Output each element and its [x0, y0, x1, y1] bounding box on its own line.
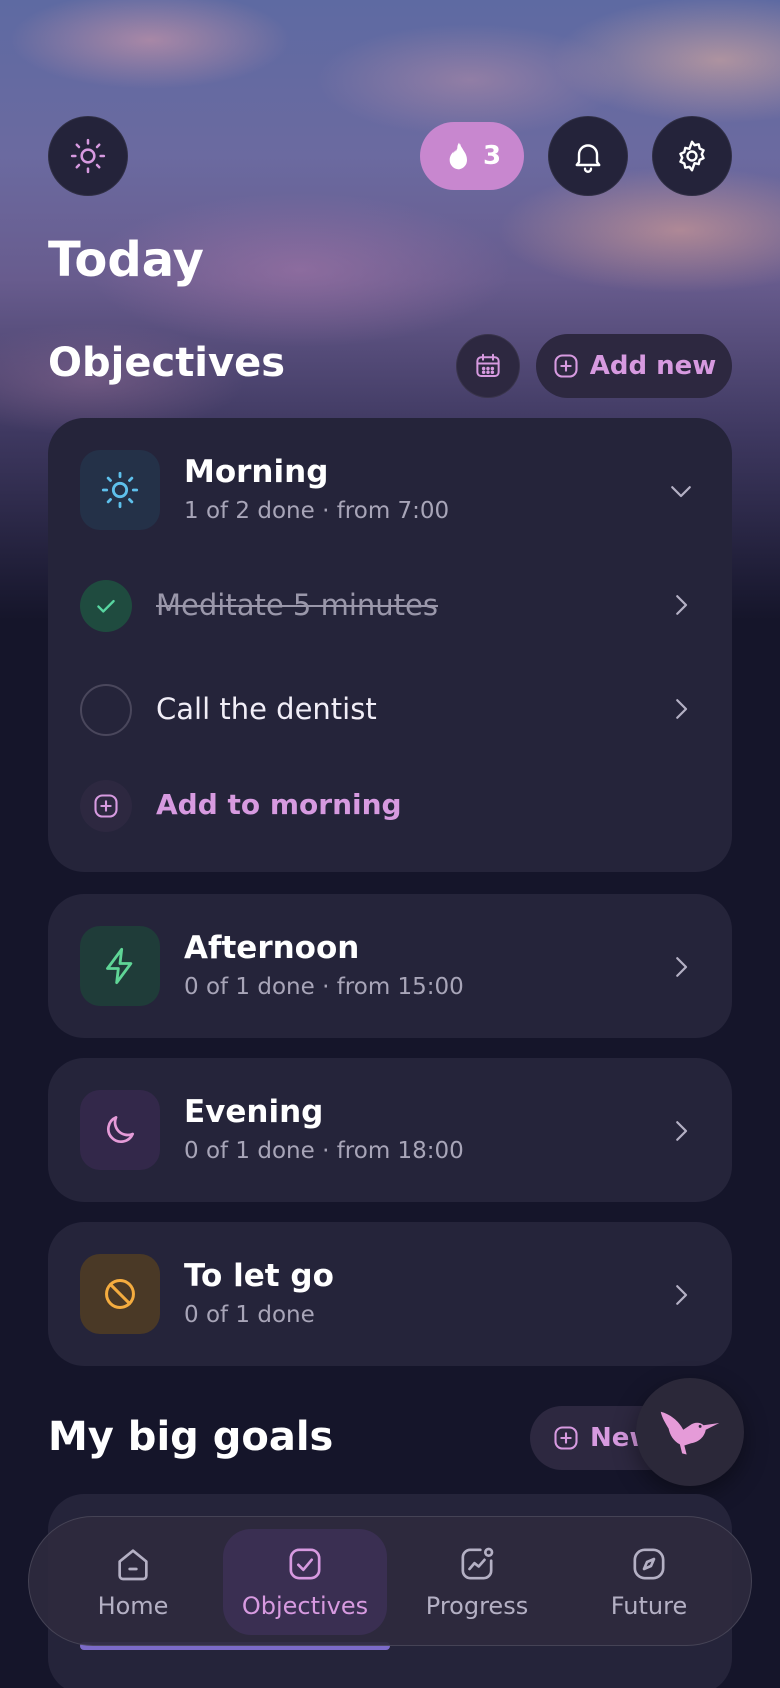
bottom-nav: Home Objectives Progress Future [28, 1516, 752, 1646]
nav-home[interactable]: Home [51, 1529, 215, 1635]
task-label: Call the dentist [156, 692, 377, 726]
big-goals-heading: My big goals [48, 1414, 334, 1460]
nav-objectives-label: Objectives [241, 1592, 369, 1620]
afternoon-title: Afternoon [184, 930, 360, 966]
let-go-card[interactable]: To let go 0 of 1 done [48, 1222, 732, 1366]
evening-title: Evening [184, 1094, 324, 1130]
calendar-icon [476, 353, 500, 377]
check-icon [97, 599, 115, 613]
chevron-right-icon [676, 957, 688, 977]
chevron-right-icon [676, 699, 688, 719]
compass-icon [633, 1548, 665, 1580]
morning-subtitle: 1 of 2 done · from 7:00 [184, 498, 450, 524]
ban-icon [105, 1279, 135, 1309]
evening-card[interactable]: Evening 0 of 1 done · from 18:00 [48, 1058, 732, 1202]
check-square-icon [289, 1548, 321, 1580]
plus-square-icon [94, 794, 118, 818]
plus-square-icon [554, 1426, 578, 1450]
add-new-label: Add new [589, 351, 717, 381]
nav-future[interactable]: Future [567, 1529, 731, 1635]
nav-home-label: Home [97, 1592, 169, 1620]
morning-card: Morning 1 of 2 done · from 7:00 Meditate… [48, 418, 732, 872]
afternoon-tile [80, 926, 160, 1006]
objectives-heading: Objectives [48, 340, 286, 386]
task-checkbox-checked[interactable] [80, 580, 132, 632]
theme-toggle-button[interactable] [48, 116, 128, 196]
plus-square-icon [554, 354, 578, 378]
add-to-morning-label: Add to morning [156, 788, 402, 821]
chevron-right-icon [676, 1285, 688, 1305]
streak-count: 3 [482, 141, 502, 171]
gear-icon [679, 140, 705, 172]
afternoon-subtitle: 0 of 1 done · from 15:00 [184, 974, 464, 1000]
settings-button[interactable] [652, 116, 732, 196]
calendar-button[interactable] [456, 334, 520, 398]
evening-subtitle: 0 of 1 done · from 18:00 [184, 1138, 464, 1164]
hummingbird-fab[interactable] [636, 1378, 744, 1486]
nav-future-label: Future [610, 1592, 688, 1620]
nav-objectives[interactable]: Objectives [223, 1529, 387, 1635]
task-label: Meditate 5 minutes [156, 588, 438, 622]
page-title: Today [48, 232, 204, 288]
home-icon [118, 1549, 148, 1581]
sun-icon [101, 471, 139, 509]
nav-progress-label: Progress [425, 1592, 529, 1620]
flame-icon [449, 142, 467, 170]
morning-tile [80, 450, 160, 530]
nav-progress[interactable]: Progress [395, 1529, 559, 1635]
evening-tile [80, 1090, 160, 1170]
let-go-tile [80, 1254, 160, 1334]
morning-title: Morning [184, 454, 329, 490]
sun-icon [70, 138, 106, 174]
notifications-button[interactable] [548, 116, 628, 196]
chevron-right-icon [676, 1121, 688, 1141]
let-go-subtitle: 0 of 1 done [184, 1302, 315, 1328]
let-go-title: To let go [184, 1258, 334, 1294]
hummingbird-icon [660, 1411, 720, 1455]
afternoon-card[interactable]: Afternoon 0 of 1 done · from 15:00 [48, 894, 732, 1038]
chart-icon [461, 1547, 494, 1580]
add-new-button[interactable]: Add new [536, 334, 732, 398]
chevron-right-icon [676, 595, 688, 615]
lightning-icon [106, 947, 133, 985]
streak-badge[interactable]: 3 [420, 122, 524, 190]
add-task-icon-wrap [80, 780, 132, 832]
bell-icon [575, 144, 601, 173]
chevron-down-icon[interactable] [666, 476, 696, 506]
task-checkbox[interactable] [80, 684, 132, 736]
moon-icon [107, 1115, 135, 1143]
